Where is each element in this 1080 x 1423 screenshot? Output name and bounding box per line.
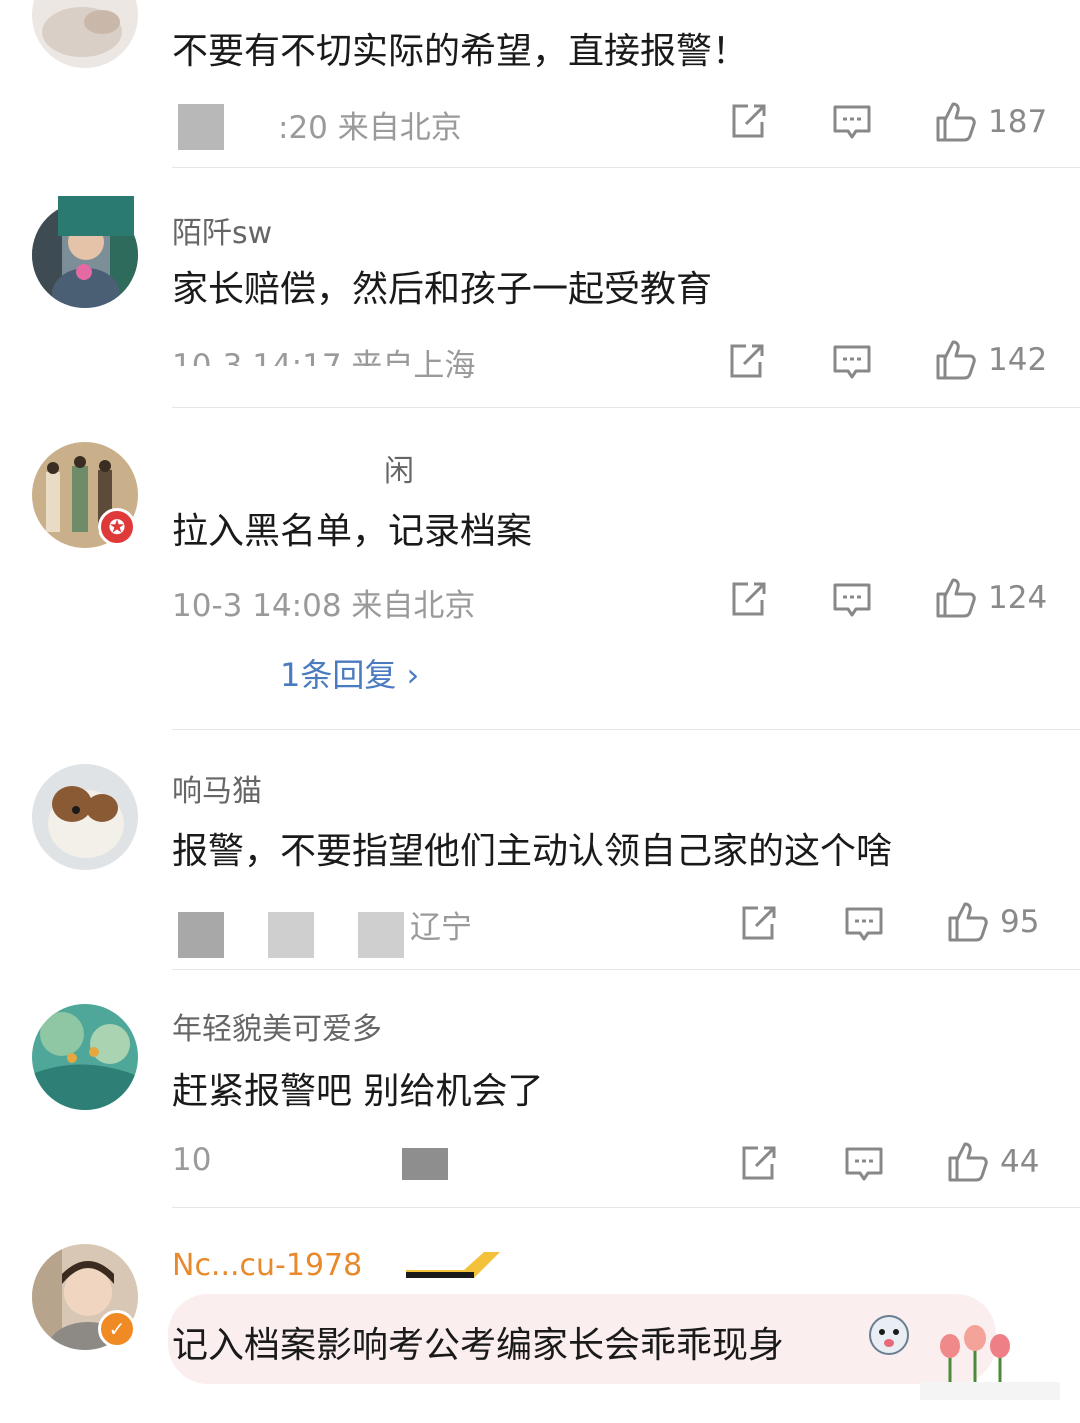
comment-icon	[833, 105, 871, 139]
username[interactable]: Nc...cu-1978	[172, 1248, 362, 1283]
username[interactable]: 陌阡sw	[172, 208, 272, 252]
username[interactable]: 年轻貌美可爱多	[172, 1004, 382, 1048]
like-count: 95	[1000, 904, 1040, 940]
share-button[interactable]	[738, 1144, 778, 1184]
thumbs-up-icon	[936, 340, 976, 380]
share-button[interactable]	[726, 342, 766, 382]
comment-text: 报警，不要指望他们主动认领自己家的这个啥	[172, 831, 893, 872]
share-button[interactable]	[728, 580, 768, 620]
like-button[interactable]: 187	[934, 100, 1047, 144]
comment-meta: 10	[172, 1142, 212, 1178]
avatar-overlay	[58, 196, 134, 236]
comment-item: 陌阡sw 家长赔偿，然后和孩子一起受教育 10-3 14:17 来自上海 142	[0, 168, 1080, 408]
username[interactable]: 响马猫	[172, 766, 262, 810]
share-button[interactable]	[738, 904, 778, 944]
avatar[interactable]	[32, 764, 138, 870]
redacted-block	[178, 104, 224, 150]
like-button[interactable]: 124	[934, 576, 1047, 620]
comment-meta: 辽宁	[410, 910, 472, 946]
comment-icon	[833, 345, 871, 379]
like-count: 142	[988, 342, 1048, 378]
comment-text: 记入档案影响考公考编家长会乖乖现身	[172, 1325, 785, 1366]
verified-badge: ✓	[98, 1310, 136, 1348]
comment-text: 家长赔偿，然后和孩子一起受教育	[172, 269, 713, 310]
comment-item: 不要有不切实际的希望，直接报警！ :20 来自北京 187	[0, 0, 1080, 168]
avatar[interactable]	[32, 0, 138, 68]
comment-item: 年轻貌美可爱多 赶紧报警吧 别给机会了 10 44	[0, 970, 1080, 1208]
reply-button[interactable]	[832, 342, 872, 382]
comment-icon	[845, 907, 883, 941]
share-icon	[732, 104, 766, 138]
comment-item: ✓ Nc...cu-1978 记入档案影响考公考编家长会乖乖现身	[0, 1208, 1080, 1423]
comment-icon	[833, 583, 871, 617]
thumbs-up-icon	[948, 902, 988, 942]
crown-icon	[406, 1252, 500, 1278]
reply-button[interactable]	[844, 904, 884, 944]
husky-emoji-icon	[869, 1315, 909, 1355]
share-icon	[732, 582, 766, 616]
redaction-overlay	[170, 366, 410, 408]
redacted-block	[402, 1148, 448, 1180]
reply-button[interactable]	[832, 102, 872, 142]
redacted-block	[358, 912, 404, 958]
tulip-sticker-icon	[920, 1325, 1060, 1400]
redacted-block	[178, 912, 224, 958]
like-count: 124	[988, 580, 1048, 616]
share-icon	[742, 1146, 776, 1180]
like-button[interactable]: 95	[946, 900, 1039, 944]
thumbs-up-icon	[936, 102, 976, 142]
comment-item: ✪ 闲 拉入黑名单，记录档案 10-3 14:08 来自北京 124 1条回复 …	[0, 408, 1080, 730]
like-button[interactable]: 44	[946, 1140, 1039, 1184]
thumbs-up-icon	[936, 578, 976, 618]
comment-item: 响马猫 报警，不要指望他们主动认领自己家的这个啥 辽宁 95	[0, 730, 1080, 970]
redacted-block	[268, 912, 314, 958]
comment-text: 不要有不切实际的希望，直接报警！	[172, 31, 749, 72]
like-count: 44	[1000, 1144, 1040, 1180]
comment-icon	[845, 1147, 883, 1181]
like-button[interactable]: 142	[934, 338, 1047, 382]
avatar[interactable]	[32, 1004, 138, 1110]
comment-text: 拉入黑名单，记录档案	[172, 511, 533, 552]
reply-button[interactable]	[832, 580, 872, 620]
like-count: 187	[988, 104, 1048, 140]
reply-button[interactable]	[844, 1144, 884, 1184]
comment-meta: 10-3 14:08 来自北京	[172, 588, 476, 624]
username[interactable]: 闲	[384, 446, 414, 490]
share-icon	[730, 344, 764, 378]
comment-meta: :20 来自北京	[278, 110, 462, 146]
thumbs-up-icon	[948, 1142, 988, 1182]
view-replies-link[interactable]: 1条回复 ›	[280, 650, 419, 696]
comment-text: 赶紧报警吧 别给机会了	[172, 1071, 544, 1112]
vip-badge: ✪	[98, 508, 136, 546]
share-button[interactable]	[728, 102, 768, 142]
share-icon	[742, 906, 776, 940]
